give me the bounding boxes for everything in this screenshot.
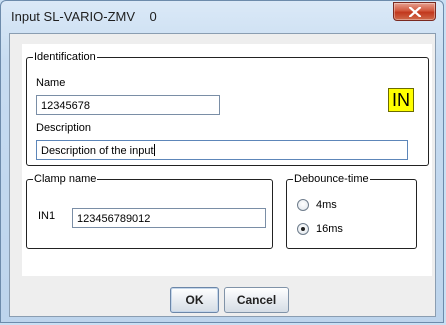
clamp-name-group: Clamp name IN1 123456789012 (26, 172, 273, 249)
text-caret (153, 144, 155, 156)
form-panel: Identification Name 12345678 IN Descript… (22, 44, 432, 276)
identification-group: Identification Name 12345678 IN Descript… (26, 50, 429, 166)
radio-dot (301, 227, 305, 231)
ok-button[interactable]: OK (170, 287, 219, 313)
name-input[interactable]: 12345678 (36, 95, 220, 115)
radio-label-16ms: 16ms (316, 223, 343, 235)
close-icon (409, 7, 421, 17)
cancel-button[interactable]: Cancel (224, 287, 289, 313)
debounce-option-16ms[interactable]: 16ms (297, 222, 407, 238)
radio-selected-icon[interactable] (297, 223, 309, 235)
window-title: Input SL-VARIO-ZMV 0 (11, 9, 157, 24)
description-label: Description (36, 122, 92, 134)
title-bar[interactable]: Input SL-VARIO-ZMV 0 (1, 1, 443, 35)
dialog-window: Input SL-VARIO-ZMV 0 Identification Name… (0, 0, 444, 323)
close-button[interactable] (393, 2, 436, 21)
debounce-time-legend: Debounce-time (293, 172, 370, 186)
description-value: Description of the input (41, 145, 154, 157)
clamp-label: IN1 (38, 210, 56, 222)
radio-unselected-icon[interactable] (297, 199, 309, 211)
debounce-option-4ms[interactable]: 4ms (297, 198, 407, 214)
input-type-badge: IN (388, 88, 414, 112)
debounce-time-group: Debounce-time 4ms 16ms (286, 172, 417, 249)
clamp-name-legend: Clamp name (33, 172, 98, 186)
radio-label-4ms: 4ms (316, 199, 337, 211)
description-input[interactable]: Description of the input (36, 140, 408, 160)
name-label: Name (36, 77, 66, 89)
dialog-content: Identification Name 12345678 IN Descript… (9, 33, 436, 317)
clamp-name-input[interactable]: 123456789012 (72, 208, 266, 228)
identification-legend: Identification (33, 50, 97, 64)
